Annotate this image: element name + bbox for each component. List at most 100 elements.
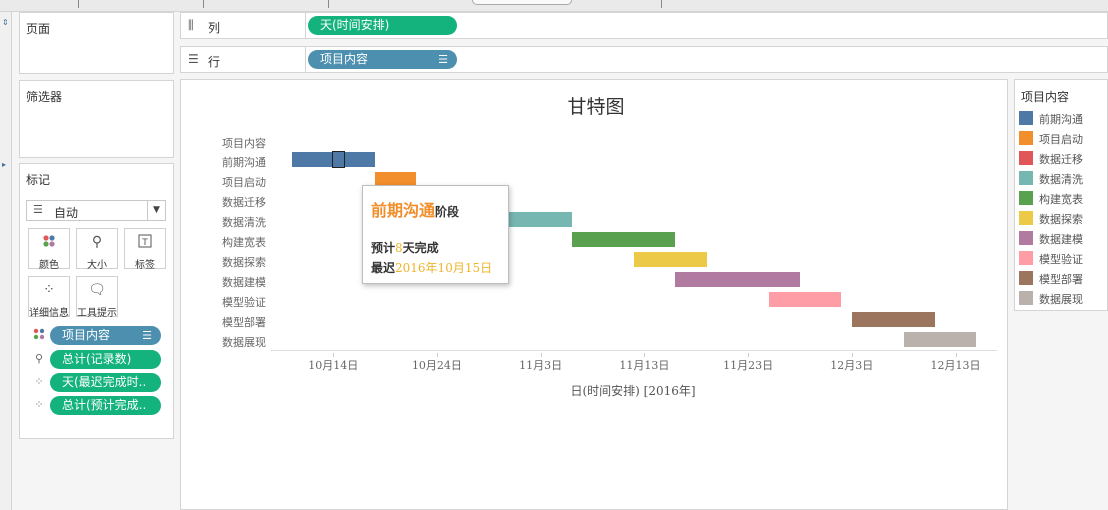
svg-text:T: T — [141, 238, 148, 248]
tooltip-duration-value: 8 — [395, 241, 403, 255]
gantt-bar[interactable] — [903, 332, 977, 347]
top-toolbar-strip — [0, 0, 1108, 12]
legend-title: 项目内容 — [1021, 90, 1070, 104]
rows-label: 行 — [208, 55, 221, 69]
size-button-label: 大小 — [87, 260, 107, 271]
row-label: 数据清洗 — [222, 216, 266, 229]
legend-swatch — [1019, 291, 1033, 305]
pages-card[interactable]: 页面 — [19, 12, 174, 74]
pages-title: 页面 — [26, 22, 51, 36]
legend-swatch — [1019, 271, 1033, 285]
gantt-bar[interactable] — [768, 292, 842, 307]
legend-swatch — [1019, 191, 1033, 205]
text-label-icon: T — [125, 234, 165, 252]
tooltip-popup: 前期沟通阶段 预计8天完成 最迟2016年10月15日 — [362, 185, 509, 284]
detail-button-label: 详细信息 — [29, 308, 69, 319]
color-button[interactable]: 颜色 — [28, 228, 70, 271]
speech-bubble-icon: 🗨 — [88, 282, 106, 298]
columns-shelf[interactable]: ⫼ 列 天(时间安排) — [180, 12, 1108, 39]
x-tick-label: 11月23日 — [723, 359, 774, 372]
tooltip-button[interactable]: 🗨 工具提示 — [76, 276, 118, 319]
marks-card: 标记 ☰ 自动 ▼ 颜色 ⚲ 大小 T 标签 ⁘ 详细信息 🗨 工具提示 项目内… — [19, 163, 174, 439]
mark-field-pill[interactable]: 项目内容 ☰ — [50, 326, 161, 345]
toolbar-divider — [203, 0, 204, 8]
mark-type-value: 自动 — [54, 206, 79, 220]
x-axis-label: 日(时间安排) [2016年] — [181, 382, 1085, 399]
gantt-bar[interactable] — [851, 312, 935, 327]
color-dots-icon — [30, 328, 48, 343]
mark-field-pill[interactable]: 总计(记录数) — [50, 350, 161, 369]
tooltip-deadline-value: 2016年10月15日 — [395, 261, 493, 275]
x-tick-label: 10月14日 — [308, 359, 359, 372]
row-header: 项目内容 — [222, 137, 266, 150]
pill-text: 总计(记录数) — [62, 352, 132, 366]
detail-icon: ⁘ — [34, 398, 44, 411]
label-button-label: 标签 — [135, 260, 155, 271]
pill-text: 项目内容 — [62, 328, 111, 342]
size-icon: ⚲ — [34, 352, 44, 365]
label-button[interactable]: T 标签 — [124, 228, 166, 271]
legend-swatch — [1019, 211, 1033, 225]
rows-pill[interactable]: 项目内容 ☰ — [308, 50, 457, 69]
x-tick-label: 12月3日 — [830, 359, 874, 372]
mark-type-dropdown[interactable]: ☰ 自动 ▼ — [26, 200, 166, 221]
columns-shelf-label: ⫼ 列 — [181, 13, 306, 38]
pill-placeholder[interactable] — [472, 0, 572, 5]
chevron-down-icon[interactable]: ▼ — [147, 201, 165, 220]
color-legend[interactable]: 项目内容 前期沟通 项目启动 数据迁移 数据清洗 构建宽表 数据探索 数据建模 模型验证 模型部… — [1014, 79, 1108, 311]
tooltip-duration: 预计8天完成 — [371, 239, 439, 256]
row-label: 数据建模 — [222, 276, 266, 289]
legend-label: 模型部署 — [1039, 273, 1083, 286]
sort-icon: ☰ — [438, 53, 448, 66]
legend-label: 数据探索 — [1039, 213, 1083, 226]
tooltip-deadline: 最迟2016年10月15日 — [371, 259, 492, 276]
detail-button[interactable]: ⁘ 详细信息 — [28, 276, 70, 319]
row-label: 模型部署 — [222, 316, 266, 329]
legend-label: 项目启动 — [1039, 133, 1083, 146]
detail-icon: ⁘ — [43, 282, 55, 298]
gantt-bar[interactable] — [571, 232, 676, 247]
size-button[interactable]: ⚲ 大小 — [76, 228, 118, 271]
collapse-arrow-icon[interactable]: ▸ — [2, 160, 6, 169]
legend-label: 前期沟通 — [1039, 113, 1083, 126]
legend-label: 数据清洗 — [1039, 173, 1083, 186]
legend-swatch — [1019, 251, 1033, 265]
rows-icon: ☰ — [188, 52, 199, 66]
scroll-arrows-icon[interactable]: ⇕ — [2, 18, 9, 27]
chart-title: 甘特图 — [567, 96, 625, 118]
color-dots-icon — [29, 234, 69, 252]
x-axis-label-year: [2016年] — [643, 384, 696, 398]
legend-swatch — [1019, 231, 1033, 245]
marks-title: 标记 — [26, 173, 51, 187]
gantt-bar[interactable] — [634, 252, 707, 267]
row-label: 前期沟通 — [222, 156, 266, 169]
toolbar-divider — [661, 0, 662, 8]
legend-swatch — [1019, 151, 1033, 165]
pill-text: 天(时间安排) — [320, 18, 390, 32]
row-label: 项目启动 — [222, 176, 266, 189]
legend-label: 数据展现 — [1039, 293, 1083, 306]
rows-shelf[interactable]: ☰ 行 项目内容 ☰ — [180, 46, 1108, 73]
detail-icon: ⁘ — [34, 375, 44, 388]
mark-field-pill[interactable]: 天(最迟完成时.. — [50, 373, 161, 392]
row-label: 模型验证 — [222, 296, 266, 309]
columns-pill[interactable]: 天(时间安排) — [308, 16, 457, 35]
tooltip-button-label: 工具提示 — [77, 308, 117, 319]
x-tick-label: 11月3日 — [519, 359, 563, 372]
pill-text: 项目内容 — [320, 52, 369, 66]
pill-text: 总计(预计完成.. — [62, 398, 147, 412]
filters-card[interactable]: 筛选器 — [19, 80, 174, 158]
tooltip-stage-word: 阶段 — [435, 205, 460, 219]
tooltip-duration-prefix: 预计 — [371, 241, 396, 255]
tooltip-deadline-prefix: 最迟 — [371, 261, 396, 275]
color-button-label: 颜色 — [39, 260, 59, 271]
tooltip-task-name: 前期沟通 — [371, 201, 436, 220]
selected-mark-outline — [331, 151, 345, 168]
x-axis-label-main: 日(时间安排) — [570, 384, 640, 398]
legend-label: 模型验证 — [1039, 253, 1083, 266]
sort-icon: ☰ — [142, 329, 152, 342]
tooltip-heading: 前期沟通阶段 — [371, 197, 459, 221]
mark-field-pill[interactable]: 总计(预计完成.. — [50, 396, 161, 415]
size-icon: ⚲ — [91, 234, 103, 250]
gantt-bar[interactable] — [675, 272, 800, 287]
